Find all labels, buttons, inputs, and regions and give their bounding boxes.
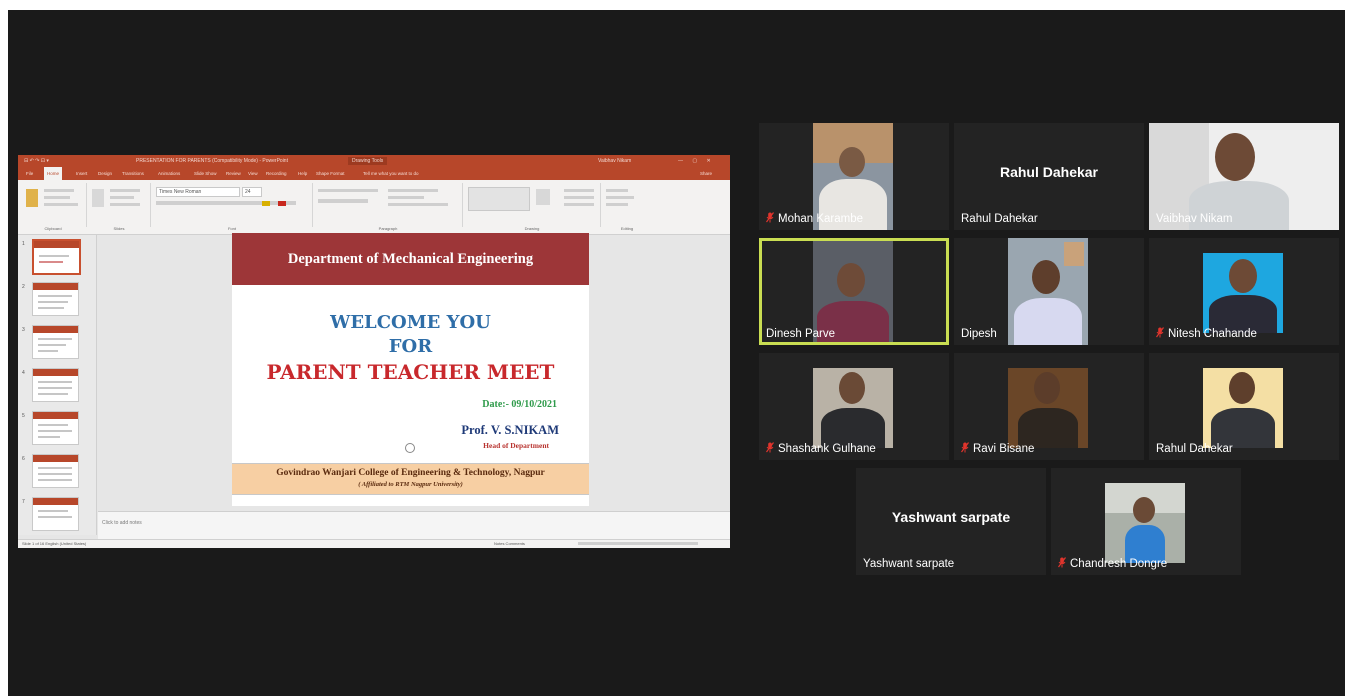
participant-name: Dinesh Parve <box>766 328 836 340</box>
slide-thumbnail[interactable] <box>32 282 79 316</box>
font-size-select[interactable]: 24 <box>242 187 262 197</box>
participant-tile[interactable]: Chandresh Dongre <box>1051 468 1241 575</box>
clipboard-group: Clipboard <box>20 183 87 231</box>
participant-name: Mohan Karambe <box>763 212 866 226</box>
muted-mic-icon <box>1058 557 1066 568</box>
participant-video <box>1203 368 1283 448</box>
muted-mic-icon <box>1156 327 1164 338</box>
slide-date: Date:- 09/10/2021 <box>482 399 557 410</box>
slides-group: Slides <box>88 183 151 231</box>
ppt-title-bar: ⊟ ↶ ↷ ⊡ ▾ PRESENTATION FOR PARENTS (Comp… <box>18 155 730 167</box>
participant-name: Nitesh Chahande <box>1153 327 1260 341</box>
college-affiliation: ( Affiliated to RTM Nagpur University) <box>358 481 463 488</box>
tab-review[interactable]: Review <box>226 167 241 180</box>
participant-name: Rahul Dahekar <box>1156 443 1233 455</box>
slide-header: Department of Mechanical Engineering <box>232 233 589 285</box>
professor-role: Head of Department <box>483 441 549 450</box>
participant-video <box>1008 368 1088 448</box>
participant-video <box>1105 483 1185 563</box>
participant-tile[interactable]: Vaibhav Nikam <box>1149 123 1339 230</box>
tab-help[interactable]: Help <box>298 167 307 180</box>
college-name: Govindrao Wanjari College of Engineering… <box>276 468 545 478</box>
ribbon: Clipboard Slides Times New Roman 24 Font… <box>18 180 730 235</box>
status-view-buttons[interactable]: Notes Comments <box>494 540 525 548</box>
tab-slide-show[interactable]: Slide Show <box>194 167 217 180</box>
participant-name: Chandresh Dongre <box>1055 557 1170 571</box>
shapes-gallery[interactable] <box>468 187 530 211</box>
new-slide-icon[interactable] <box>92 189 104 207</box>
tab-home[interactable]: Home <box>44 167 63 180</box>
participant-tile[interactable]: Mohan Karambe <box>759 123 949 230</box>
slide-thumbnail[interactable] <box>32 239 81 275</box>
slide-thumbnail[interactable] <box>32 368 79 402</box>
tab-file[interactable]: File <box>26 167 33 180</box>
drawing-group: Drawing <box>464 183 601 231</box>
slide-thumbnail[interactable] <box>32 411 79 445</box>
slide-thumbnail[interactable] <box>32 454 79 488</box>
window-controls[interactable]: — ▢ ✕ <box>678 155 715 167</box>
participant-tile[interactable]: Dipesh <box>954 238 1144 345</box>
slide-thumbnails-pane: 1 2 3 4 5 6 7 <box>18 235 97 535</box>
tab-recording[interactable]: Recording <box>266 167 287 180</box>
professor-name: Prof. V. S.NIKAM <box>461 423 559 437</box>
quick-access-toolbar[interactable]: ⊟ ↶ ↷ ⊡ ▾ <box>24 155 49 167</box>
font-group: Times New Roman 24 Font <box>152 183 313 231</box>
participant-display-name: Yashwant sarpate <box>891 509 1011 525</box>
college-banner[interactable]: Govindrao Wanjari College of Engineering… <box>232 463 589 495</box>
font-name-select[interactable]: Times New Roman <box>156 187 240 197</box>
paragraph-group: Paragraph <box>314 183 463 231</box>
tab-transitions[interactable]: Transitions <box>122 167 144 180</box>
tab-animations[interactable]: Animations <box>158 167 180 180</box>
notes-pane[interactable]: Click to add notes <box>98 511 730 540</box>
tab-insert[interactable]: Insert <box>76 167 87 180</box>
participant-tile[interactable]: Shashank Gulhane <box>759 353 949 460</box>
notes-placeholder: Click to add notes <box>102 520 142 526</box>
user-name[interactable]: Vaibhav Nikam <box>598 155 631 167</box>
participant-tile-active-speaker[interactable]: Dinesh Parve <box>759 238 949 345</box>
status-bar: Slide 1 of 16 English (United States) No… <box>18 539 730 548</box>
paste-icon[interactable] <box>26 189 38 207</box>
tab-shape-format[interactable]: Shape Format <box>316 167 345 180</box>
participant-name: Dipesh <box>961 328 997 340</box>
tab-view[interactable]: View <box>248 167 258 180</box>
participant-name: Ravi Bisane <box>958 442 1037 456</box>
meeting-title: PARENT TEACHER MEET <box>266 360 555 384</box>
slide-thumbnail[interactable] <box>32 497 79 531</box>
participant-video <box>1008 238 1088 345</box>
share-button[interactable]: Share <box>700 167 712 180</box>
muted-mic-icon <box>766 212 774 223</box>
muted-mic-icon <box>766 442 774 453</box>
welcome-text: WELCOME YOU <box>330 312 491 333</box>
participant-tile[interactable]: Rahul Dahekar <box>1149 353 1339 460</box>
ribbon-tabs: File Home Insert Design Transitions Anim… <box>18 167 730 180</box>
participant-tile[interactable]: Ravi Bisane <box>954 353 1144 460</box>
muted-mic-icon <box>961 442 969 453</box>
participant-tile[interactable]: Nitesh Chahande <box>1149 238 1339 345</box>
participant-name: Vaibhav Nikam <box>1156 213 1233 225</box>
document-title: PRESENTATION FOR PARENTS (Compatibility … <box>136 158 288 164</box>
contextual-tab-label: Drawing Tools <box>348 157 388 165</box>
participant-video <box>1203 253 1283 333</box>
rotate-handle[interactable] <box>405 443 415 453</box>
participant-tile[interactable]: Yashwant sarpate Yashwant sarpate <box>856 468 1046 575</box>
current-slide[interactable]: Department of Mechanical Engineering WEL… <box>232 233 589 506</box>
tab-design[interactable]: Design <box>98 167 112 180</box>
editing-group: Editing <box>602 183 652 231</box>
status-slide-info: Slide 1 of 16 English (United States) <box>22 541 87 546</box>
participant-name: Shashank Gulhane <box>763 442 879 456</box>
participant-display-name: Rahul Dahekar <box>999 164 1099 180</box>
participant-name: Yashwant sarpate <box>863 558 955 570</box>
participant-video <box>813 368 893 448</box>
zoom-slider[interactable] <box>578 542 698 545</box>
participant-name: Rahul Dahekar <box>961 213 1038 225</box>
slide-thumbnail[interactable] <box>32 325 79 359</box>
arrange-icon[interactable] <box>536 189 550 205</box>
participant-tile[interactable]: Rahul Dahekar Rahul Dahekar <box>954 123 1144 230</box>
for-text: FOR <box>388 336 433 357</box>
tell-me-search[interactable]: Tell me what you want to do <box>363 167 419 180</box>
